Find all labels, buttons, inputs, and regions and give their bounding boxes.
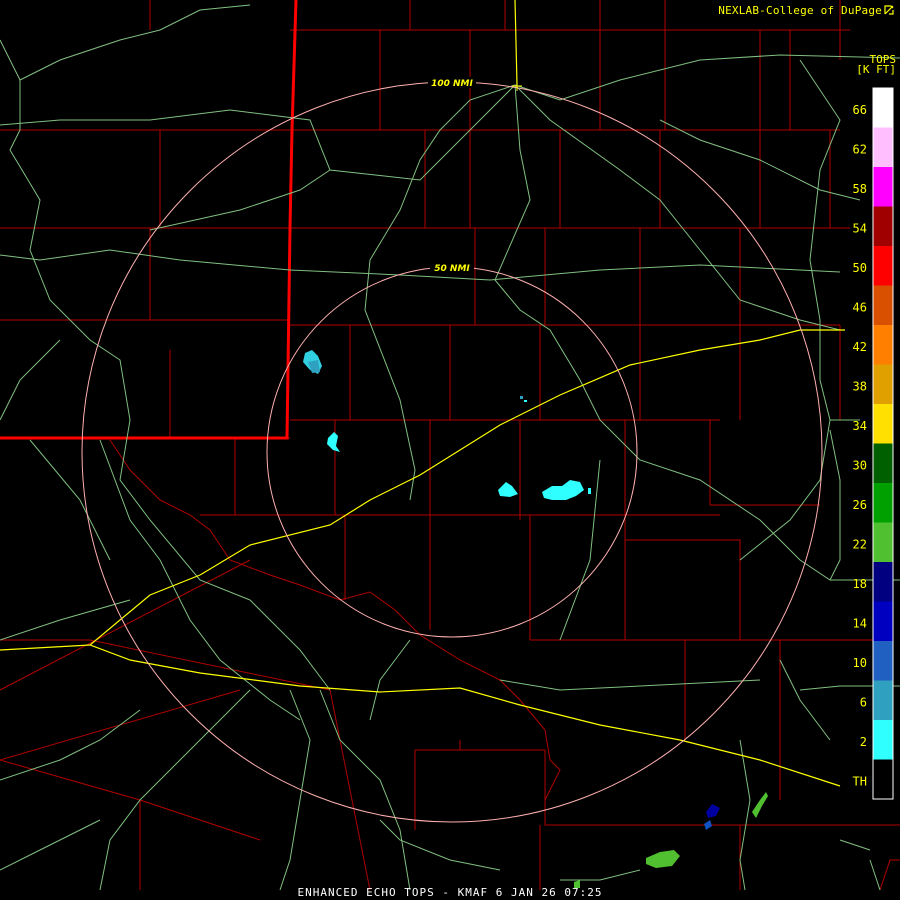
legend-tick-label: 6 [860, 696, 867, 710]
county-boundaries [0, 0, 900, 891]
legend-swatch [873, 601, 893, 641]
cod-logo-icon [884, 5, 894, 15]
legend-tick-label: 46 [853, 301, 867, 315]
radar-map: 100 NMI 50 NMI 6662585450464238343026221… [0, 0, 900, 891]
legend-swatch [873, 246, 893, 286]
echo-cell [308, 360, 320, 373]
legend-tick-label: 58 [853, 182, 867, 196]
echo-cell [706, 804, 720, 818]
highways [0, 0, 845, 787]
legend-tick-label: 66 [853, 103, 867, 117]
legend-tick-label: 18 [853, 577, 867, 591]
legend-tick-label: 14 [853, 617, 867, 631]
echo-tops-legend: 66625854504642383430262218141062TH [853, 87, 894, 800]
legend-tick-label: TH [853, 775, 867, 789]
echo-cell [327, 432, 340, 452]
legend-swatch [873, 206, 893, 246]
legend-swatch [873, 285, 893, 325]
legend-swatch [873, 167, 893, 207]
legend-swatch [873, 522, 893, 562]
legend-tick-label: 22 [853, 538, 867, 552]
product-caption: ENHANCED ECHO TOPS - KMAF 6 JAN 26 07:25 [297, 886, 603, 899]
roads [0, 4, 900, 891]
credit-label: NEXLAB-College of DuPage [718, 4, 894, 17]
echo-cell [588, 488, 591, 494]
legend-swatch [873, 88, 893, 128]
echo-cell [520, 396, 523, 399]
legend-swatch [873, 404, 893, 444]
legend-tick-label: 38 [853, 380, 867, 394]
echo-cell [524, 400, 527, 402]
legend-swatch [873, 720, 893, 760]
legend-tick-label: 26 [853, 498, 867, 512]
ring-label-50-nmi: 50 NMI [434, 264, 470, 274]
legend-tick-label: 34 [853, 419, 867, 433]
state-boundary [0, 0, 298, 440]
legend-swatch [873, 325, 893, 365]
legend-tick-label: 62 [853, 143, 867, 157]
echo-cell [498, 482, 518, 497]
legend-swatch [873, 562, 893, 602]
legend-swatch [873, 680, 893, 720]
legend-tick-label: 54 [853, 222, 867, 236]
echo-cell [704, 820, 712, 830]
legend-swatch [873, 364, 893, 404]
echo-cell [752, 792, 768, 818]
echo-cell [542, 480, 584, 500]
legend-tick-label: 10 [853, 656, 867, 670]
legend-swatch [873, 443, 893, 483]
legend-tick-label: 50 [853, 261, 867, 275]
credit-text: NEXLAB-College of DuPage [718, 4, 882, 17]
legend-swatch [873, 759, 893, 799]
legend-tick-label: 2 [860, 735, 867, 749]
legend-tick-label: 42 [853, 340, 867, 354]
legend-swatch [873, 483, 893, 523]
legend-tick-label: 30 [853, 459, 867, 473]
range-rings [81, 81, 823, 823]
radar-site-marker [512, 81, 522, 91]
legend-swatch [873, 127, 893, 167]
legend-swatch [873, 641, 893, 681]
ring-100-nmi [81, 81, 823, 823]
legend-units: [K FT] [856, 63, 896, 76]
ring-label-100-nmi: 100 NMI [431, 79, 473, 89]
echo-cell [646, 850, 680, 868]
